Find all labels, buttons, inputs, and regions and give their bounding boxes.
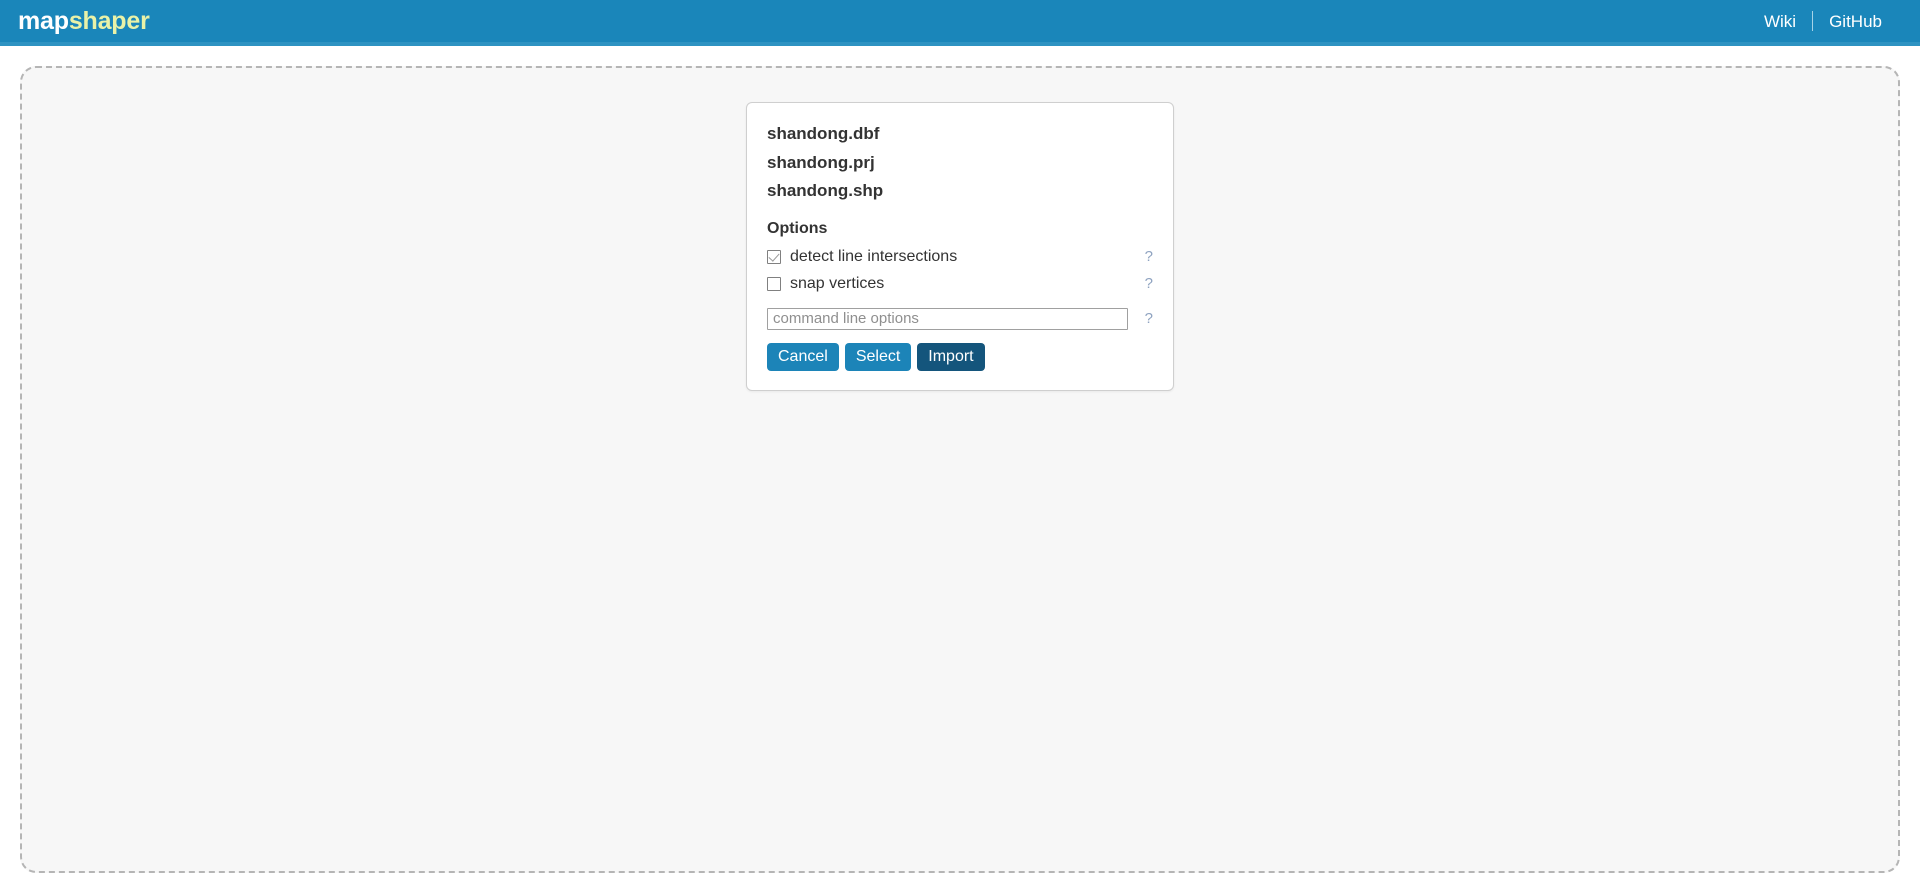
app-header: mapshaper Wiki GitHub <box>0 0 1920 46</box>
logo-text-map: map <box>18 6 69 35</box>
checkbox-snap-vertices[interactable] <box>767 277 781 291</box>
header-link-github[interactable]: GitHub <box>1813 13 1898 30</box>
option-row-detect-line-intersections[interactable]: detect line intersections ? <box>767 244 1153 271</box>
option-row-snap-vertices[interactable]: snap vertices ? <box>767 271 1153 298</box>
header-links: Wiki GitHub <box>1748 11 1898 31</box>
command-line-options-input[interactable] <box>767 307 1128 330</box>
list-item: shandong.shp <box>767 181 884 200</box>
header-link-wiki[interactable]: Wiki <box>1748 13 1812 30</box>
import-dialog: shandong.dbf shandong.prj shandong.shp O… <box>746 102 1174 391</box>
list-item: shandong.prj <box>767 152 875 172</box>
options-heading: Options <box>767 219 828 237</box>
option-label-snap-vertices: snap vertices <box>790 275 885 292</box>
help-icon-command-line-options[interactable]: ? <box>1135 310 1153 328</box>
cancel-button[interactable]: Cancel <box>767 342 839 371</box>
help-icon-detect-line-intersections[interactable]: ? <box>1135 248 1153 266</box>
select-button[interactable]: Select <box>844 342 912 371</box>
logo-text-shaper: shaper <box>68 6 150 35</box>
help-icon-snap-vertices[interactable]: ? <box>1135 275 1153 293</box>
app-logo[interactable]: mapshaper <box>18 6 150 35</box>
dialog-button-row: Cancel Select Import <box>767 342 1153 371</box>
checkbox-detect-line-intersections[interactable] <box>767 250 781 264</box>
command-line-options-row: ? <box>767 307 1153 330</box>
import-button[interactable]: Import <box>917 342 985 371</box>
list-item: shandong.dbf <box>767 124 880 143</box>
option-label-detect-line-intersections: detect line intersections <box>790 248 958 265</box>
header-link-divider <box>1812 11 1814 31</box>
file-list: shandong.dbf shandong.prj shandong.shp <box>767 120 1153 206</box>
